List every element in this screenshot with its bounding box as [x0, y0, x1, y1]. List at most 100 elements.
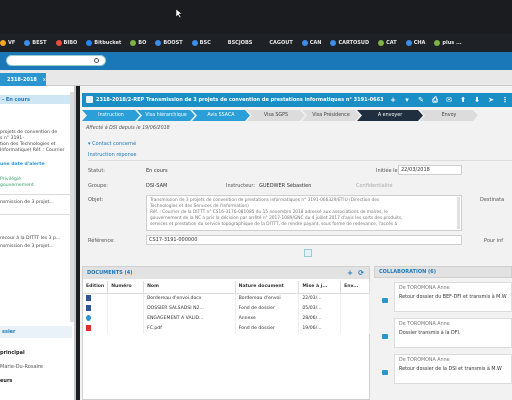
tab-strip: 2318-2018 x [0, 70, 512, 86]
mouse-cursor-icon [176, 9, 182, 18]
collaboration-message[interactable]: De TOROMONA Anne Retour dossier du BEF-D… [394, 282, 512, 312]
bookmark-9[interactable]: CAN [301, 40, 321, 46]
column-header[interactable]: Numéro [107, 281, 145, 294]
bookmark-favicon-icon [378, 40, 385, 46]
message-icon [382, 334, 388, 339]
workflow-step[interactable]: Envoy [420, 110, 478, 121]
table-row[interactable]: Bordereau d'envoi.docx Bordereau d'envoi 2… [83, 293, 370, 304]
table-row[interactable]: ENGAGEMENT A VALID... Annexe 28/06/... [83, 313, 370, 324]
contacts-icon[interactable] [304, 249, 312, 257]
initiee-label: Initiée le: [376, 168, 400, 174]
toolbar-action-icon[interactable]: ⎙ [431, 96, 439, 104]
table-row[interactable]: FC.pdf Fond de dossier 19/06/... [83, 323, 370, 334]
bookmark-favicon-icon [191, 40, 198, 46]
bookmark-favicon-icon [330, 40, 337, 46]
workflow-step[interactable]: Avis SSACA [192, 110, 250, 121]
toolbar-action-icon[interactable]: ✎ [417, 96, 425, 104]
alert-date-link[interactable]: une date d'alerte [0, 162, 45, 168]
toolbar-action-icon[interactable]: ⬆ [459, 96, 467, 104]
bookmark-favicon-icon [405, 40, 412, 46]
list-item[interactable]: nsmission de 3 projet... [0, 244, 54, 250]
toolbar-action-icon[interactable]: ⬇ [473, 96, 481, 104]
bookmark-1[interactable]: BEST [24, 40, 47, 46]
cell-date: 05/03/... [298, 303, 342, 314]
instructeur-label: Instructeur: [226, 183, 256, 189]
bookmark-favicon-icon [301, 40, 308, 46]
toolbar-action-icon[interactable]: ➤ [487, 96, 495, 104]
cell-numero [107, 323, 145, 334]
bookmark-6[interactable]: BSC [191, 40, 211, 46]
cell-nature: Fond de dossier [235, 323, 300, 334]
left-panel-scrollbar[interactable] [70, 92, 74, 322]
workflow-step[interactable]: Visa SGPS [247, 110, 305, 121]
eurs-label: eurs [0, 378, 13, 384]
statut-value: En cours [146, 168, 168, 174]
bookmark-4[interactable]: BO [130, 40, 146, 46]
workflow-step[interactable]: Visa Présidence [302, 110, 360, 121]
table-row[interactable]: DOSSIER SALSADSI N2... Fond de dossier 05/… [83, 303, 370, 314]
workflow-step[interactable]: Instruction [82, 110, 140, 121]
main-content: 2318-2018/2-REP Transmission de 3 projet… [80, 86, 512, 400]
close-tab-icon[interactable]: x [43, 77, 46, 83]
column-header[interactable]: Env... [340, 281, 370, 294]
cell-numero [107, 313, 145, 324]
collaboration-panel: COLLABORATION (6) De TOROMONA Anne Retou… [374, 266, 512, 400]
contact-concerne-toggle[interactable]: ▾ Contact concerné [88, 141, 136, 147]
toolbar: + ▾ ✎ ⎙ ✉ ⬆ ⬇ ➤ ⋮ [383, 93, 512, 107]
column-header[interactable]: Nature document [235, 281, 300, 294]
confidentialite-label: Confidentialité [356, 183, 393, 189]
destinataire-label: Destinata [480, 197, 505, 203]
add-document-icon[interactable]: + [347, 269, 353, 277]
toolbar-action-icon[interactable]: ⋮ [501, 96, 509, 104]
workflow-step[interactable]: A envoyer [357, 110, 423, 121]
search-icon[interactable] [94, 58, 99, 63]
reference-field[interactable]: CS17-3191-000000 [146, 235, 462, 245]
documents-title: DOCUMENTS (4) [87, 270, 133, 276]
toolbar-action-icon[interactable]: ▾ [403, 96, 411, 104]
bookmark-5[interactable]: BOOST [155, 40, 183, 46]
initiee-field[interactable]: 22/03/2018 [398, 165, 462, 175]
global-search-input[interactable] [6, 55, 106, 66]
browser-top-band [0, 0, 512, 34]
bookmark-3[interactable]: Bitbucket [86, 40, 121, 46]
bookmark-favicon-icon [55, 40, 62, 46]
collaboration-message[interactable]: De TOROMONA Anne Dossier transmis à la D… [394, 318, 512, 348]
objet-textarea[interactable]: Transmission de 3 projets de convention … [146, 195, 462, 231]
bookmark-13[interactable]: plus ... [434, 40, 462, 46]
pdf-file-icon[interactable] [86, 324, 91, 331]
workflow-step[interactable]: Visa hiérarchique [137, 110, 195, 121]
left-panel: - En cours projets de convention de s n°… [0, 86, 76, 400]
list-item[interactable]: nsmission de 3 projet... [0, 200, 54, 206]
collaboration-header: COLLABORATION (6) [374, 266, 512, 278]
refresh-icon[interactable]: ⟳ [358, 269, 364, 277]
tab-2318-2018[interactable]: 2318-2018 x [0, 73, 46, 86]
toolbar-action-icon[interactable]: ✉ [445, 96, 453, 104]
bookmark-favicon-icon [24, 40, 31, 46]
column-header[interactable]: Mise à j... [298, 281, 342, 294]
principal-label: principal [0, 350, 25, 356]
column-header[interactable]: Edition [83, 281, 109, 294]
record-title: 2318-2018/2-REP Transmission de 3 projet… [96, 97, 399, 103]
bookmark-11[interactable]: CAT [378, 40, 397, 46]
bookmark-10[interactable]: CARTOSUD [330, 40, 369, 46]
toolbar-action-icon[interactable]: + [389, 96, 397, 104]
blue-file-icon[interactable] [86, 314, 91, 321]
collaboration-message[interactable]: De TOROMONA Anne Retour dossier de la DS… [394, 354, 512, 384]
cell-nature: Annexe [235, 313, 300, 324]
bookmark-7[interactable]: BSCJOBS [219, 40, 252, 46]
word-file-icon[interactable] [86, 294, 91, 301]
cell-date: 22/03/... [298, 293, 342, 304]
instruction-title: Instruction réponse [88, 152, 137, 158]
bookmark-12[interactable]: CHA [405, 40, 425, 46]
objet-scrollbar[interactable] [457, 197, 460, 229]
column-header[interactable]: Nom [143, 281, 236, 294]
list-item[interactable]: recour à la DITTT les 3 p... [0, 236, 60, 242]
bookmark-8[interactable]: CAGOUT [261, 40, 293, 46]
dossier-section-header[interactable]: ssier [0, 326, 72, 338]
bookmark-2[interactable]: BIBO [55, 40, 77, 46]
word-file-icon[interactable] [86, 304, 91, 311]
documents-header: DOCUMENTS (4) + ⟳ [83, 267, 369, 279]
cell-nom: FC.pdf [143, 323, 236, 334]
bookmark-0[interactable]: VF [0, 40, 15, 46]
bookmarks-bar: VF BEST BIBO Bitbucket BO BOOST BSC BSCJOBS CAGO… [0, 34, 512, 52]
